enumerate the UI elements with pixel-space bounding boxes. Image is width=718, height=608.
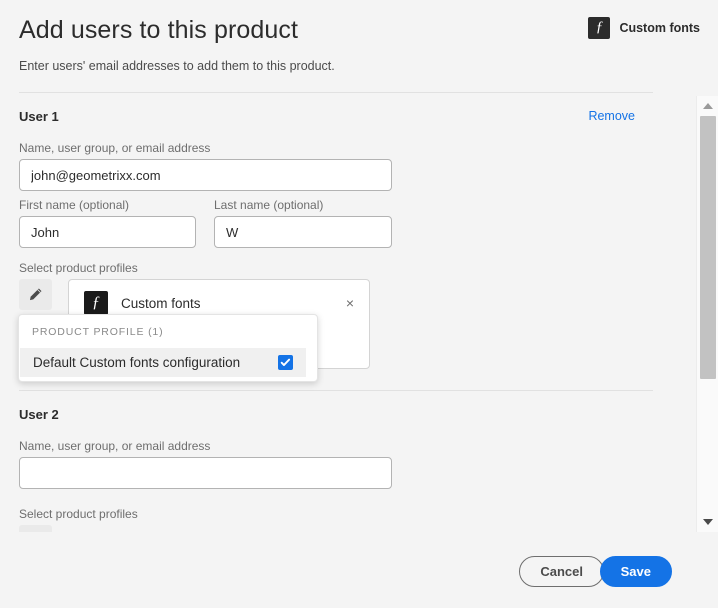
chevron-down-icon[interactable]	[697, 512, 718, 532]
user-2-name-input[interactable]	[19, 457, 392, 489]
add-users-dialog: Add users to this product Enter users' e…	[0, 0, 718, 608]
scroll-thumb[interactable]	[700, 116, 716, 379]
popup-option-checkbox[interactable]	[278, 355, 293, 370]
custom-fonts-f-icon: ƒ	[84, 291, 108, 315]
user-2-profiles-label: Select product profiles	[19, 507, 138, 521]
user-2-heading: User 2	[19, 407, 59, 422]
page-title: Add users to this product	[19, 16, 299, 44]
pencil-icon	[28, 287, 43, 302]
product-profile-chip: ƒ Custom fonts	[84, 291, 201, 315]
user-1-name-label: Name, user group, or email address	[19, 141, 211, 155]
dialog-footer: Cancel Save	[0, 534, 718, 608]
close-icon[interactable]: ×	[341, 294, 359, 312]
cancel-button[interactable]: Cancel	[519, 556, 604, 587]
scroll-up-triangle	[703, 103, 713, 109]
popup-header-label: PRODUCT PROFILE (1)	[32, 326, 164, 338]
divider-top	[19, 92, 653, 93]
user-1-first-name-label: First name (optional)	[19, 198, 130, 212]
popup-option-label: Default Custom fonts configuration	[33, 355, 241, 370]
user-1-name-input[interactable]	[19, 159, 392, 191]
divider-between-users	[19, 390, 653, 391]
product-profile-chip-label: Custom fonts	[121, 295, 201, 311]
product-badge: ƒ Custom fonts	[588, 17, 700, 39]
checkmark-icon	[280, 357, 291, 368]
dialog-header: Add users to this product Enter users' e…	[0, 0, 718, 88]
user-1-profiles-label: Select product profiles	[19, 261, 138, 275]
users-scroll-area: User 1 Remove Name, user group, or email…	[0, 96, 718, 532]
user-1-heading: User 1	[19, 109, 59, 124]
edit-profiles-button-user-2[interactable]	[19, 525, 52, 532]
save-button[interactable]: Save	[599, 556, 672, 587]
chevron-up-icon[interactable]	[697, 96, 718, 116]
product-profile-popup: PRODUCT PROFILE (1) Default Custom fonts…	[18, 314, 318, 382]
vertical-scrollbar[interactable]	[696, 96, 718, 532]
user-2-name-label: Name, user group, or email address	[19, 439, 211, 453]
user-1-first-name-input[interactable]	[19, 216, 196, 248]
edit-profiles-button-user-1[interactable]	[19, 279, 52, 310]
page-subtitle: Enter users' email addresses to add them…	[19, 59, 335, 73]
user-1-last-name-label: Last name (optional)	[214, 198, 324, 212]
custom-fonts-f-icon: ƒ	[588, 17, 611, 39]
user-1-last-name-input[interactable]	[214, 216, 392, 248]
product-badge-label: Custom fonts	[619, 21, 700, 35]
popup-option-default-config[interactable]: Default Custom fonts configuration	[20, 348, 306, 377]
scroll-down-triangle	[703, 519, 713, 525]
remove-user-1-link[interactable]: Remove	[588, 109, 635, 123]
